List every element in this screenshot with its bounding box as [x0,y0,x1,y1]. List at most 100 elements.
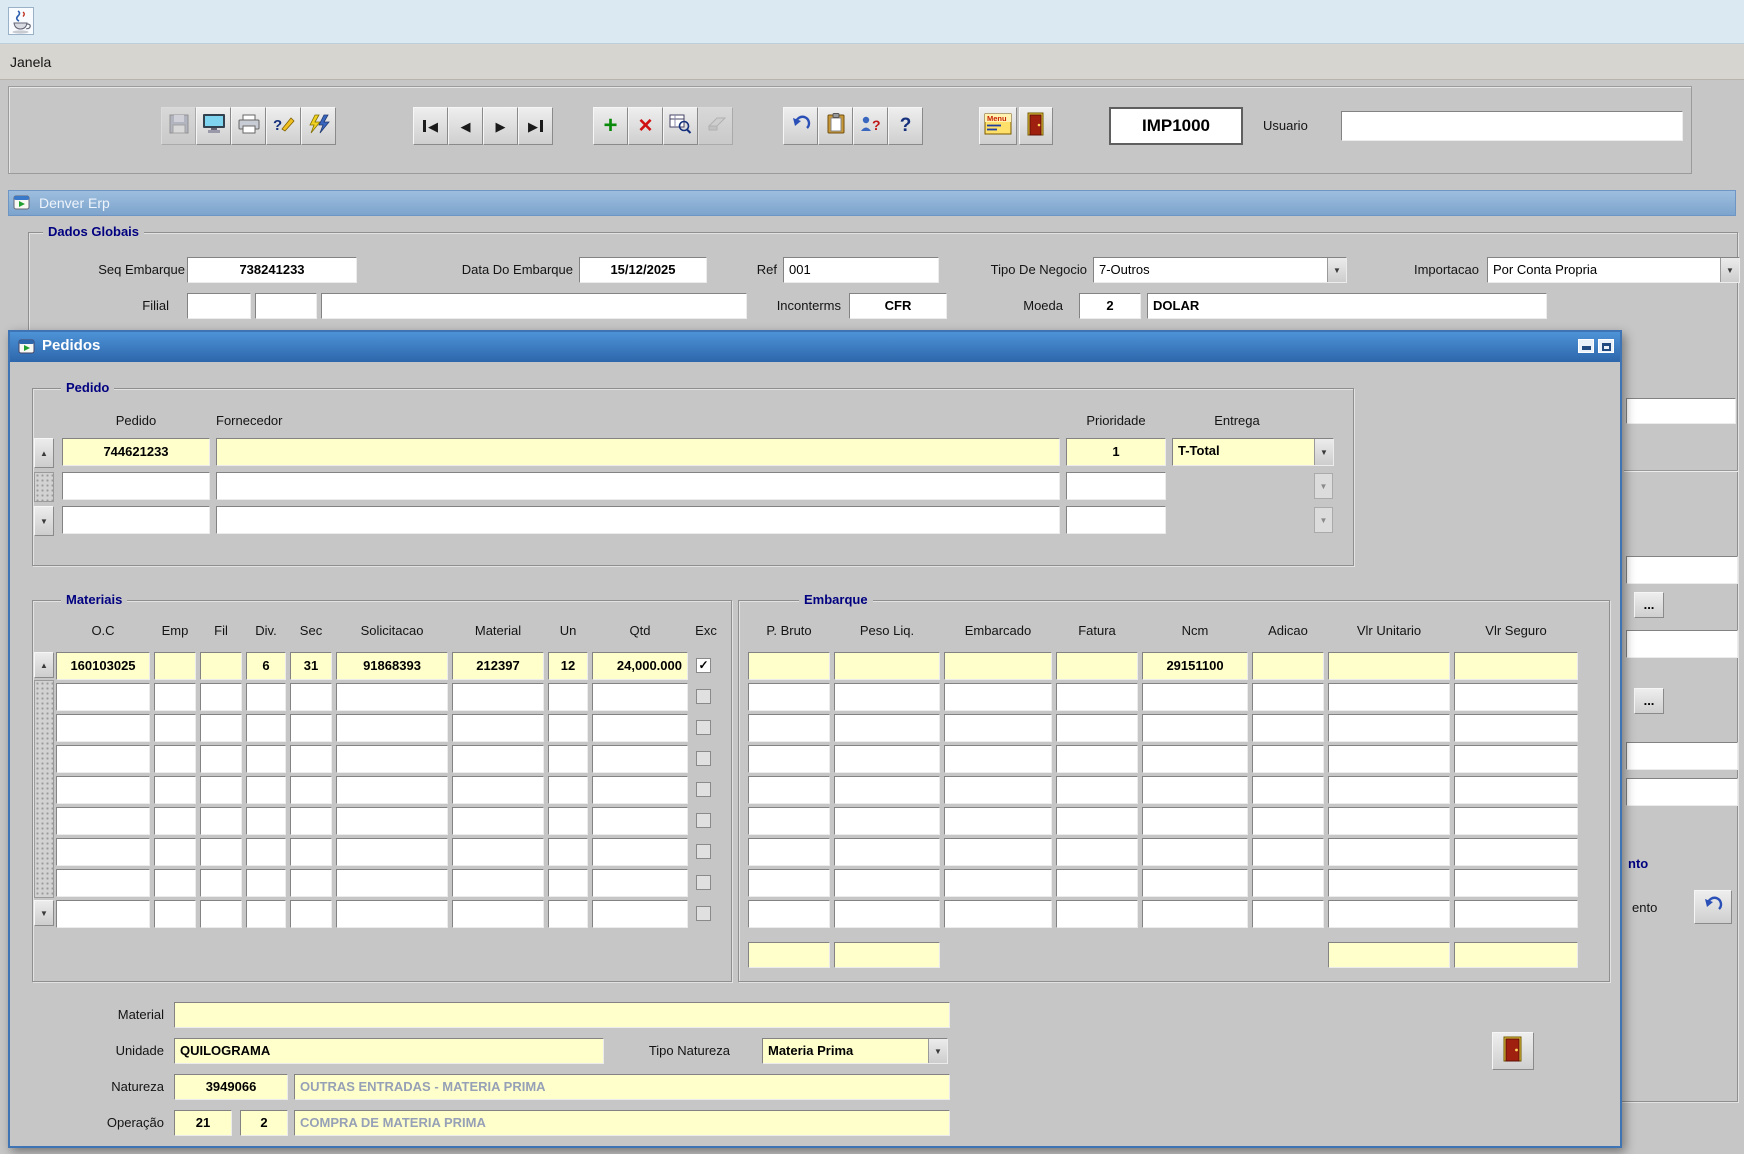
sec-cell[interactable] [290,807,332,835]
un-cell[interactable] [548,683,588,711]
vlr-seguro-cell[interactable] [1454,714,1578,742]
filial-field-1[interactable] [187,293,251,319]
adicao-cell[interactable] [1252,714,1324,742]
fatura-cell[interactable] [1056,838,1138,866]
ncm-cell[interactable] [1142,838,1248,866]
qtd-cell[interactable] [592,683,688,711]
material-cell[interactable] [452,776,544,804]
p-bruto-cell[interactable] [748,776,830,804]
solicitacao-cell[interactable] [336,807,448,835]
inconterms-field[interactable]: CFR [849,293,947,319]
prioridade-cell[interactable] [1066,506,1166,534]
pedido-scroll-down-button[interactable]: ▼ [34,506,54,536]
oc-cell[interactable] [56,838,150,866]
undo-button[interactable] [783,107,818,145]
vlr-seguro-cell[interactable] [1454,869,1578,897]
tipo-negocio-combo[interactable]: 7-Outros ▼ [1093,257,1347,283]
solicitacao-cell[interactable] [336,838,448,866]
vlr-unitario-cell[interactable] [1328,776,1450,804]
peso-liq-cell[interactable] [834,652,940,680]
fil-cell[interactable] [200,807,242,835]
unidade-field[interactable]: QUILOGRAMA [174,1038,604,1064]
material-cell[interactable] [452,683,544,711]
material-cell[interactable] [452,838,544,866]
adicao-cell[interactable] [1252,776,1324,804]
ncm-cell[interactable] [1142,776,1248,804]
material-cell[interactable] [452,807,544,835]
div-cell[interactable] [246,838,286,866]
sec-cell[interactable] [290,683,332,711]
un-cell[interactable] [548,807,588,835]
embarcado-cell[interactable] [944,838,1052,866]
fornecedor-cell[interactable] [216,472,1060,500]
execute-query-button[interactable] [301,107,336,145]
qtd-cell[interactable] [592,838,688,866]
fornecedor-cell[interactable] [216,438,1060,466]
qtd-cell[interactable] [592,869,688,897]
emp-cell[interactable] [154,900,196,928]
emp-cell[interactable] [154,869,196,897]
ncm-cell[interactable] [1142,683,1248,711]
fil-cell[interactable] [200,838,242,866]
fatura-cell[interactable] [1056,652,1138,680]
oc-cell[interactable] [56,714,150,742]
fatura-cell[interactable] [1056,683,1138,711]
adicao-cell[interactable] [1252,838,1324,866]
seq-embarque-field[interactable]: 738241233 [187,257,357,283]
peso-liq-cell[interactable] [834,838,940,866]
lov-button[interactable] [663,107,698,145]
materiais-scroll-track[interactable] [34,680,54,898]
material-cell[interactable] [452,714,544,742]
entrega-combo[interactable]: ▼ [1172,506,1334,534]
operacao-code1-field[interactable]: 21 [174,1110,232,1136]
un-cell[interactable] [548,838,588,866]
dialog-exit-button[interactable] [1492,1032,1534,1070]
next-record-button[interactable]: ▶ [483,107,518,145]
embarcado-cell[interactable] [944,683,1052,711]
vlr-unitario-cell[interactable] [1328,683,1450,711]
p-bruto-cell[interactable] [748,900,830,928]
print-button[interactable] [231,107,266,145]
un-cell[interactable] [548,776,588,804]
menu-janela[interactable]: Janela [10,52,51,72]
emp-cell[interactable] [154,714,196,742]
fil-cell[interactable] [200,683,242,711]
display-button[interactable] [196,107,231,145]
entrega-combo[interactable]: T-Total ▼ [1172,438,1334,466]
pedido-cell[interactable]: 744621233 [62,438,210,466]
tipo-natureza-combo[interactable]: Materia Prima ▼ [762,1038,948,1064]
div-cell[interactable] [246,869,286,897]
background-undo-button[interactable] [1694,890,1732,924]
p-bruto-cell[interactable] [748,869,830,897]
adicao-cell[interactable] [1252,900,1324,928]
fatura-cell[interactable] [1056,714,1138,742]
div-cell[interactable] [246,807,286,835]
oc-cell[interactable] [56,776,150,804]
exc-checkbox[interactable] [696,813,711,828]
ncm-cell[interactable] [1142,745,1248,773]
sec-cell[interactable] [290,900,332,928]
vlr-unitario-cell[interactable] [1328,900,1450,928]
fatura-cell[interactable] [1056,807,1138,835]
peso-liq-cell[interactable] [834,776,940,804]
oc-cell[interactable] [56,869,150,897]
insert-record-button[interactable]: + [593,107,628,145]
entrega-combo[interactable]: ▼ [1172,472,1334,500]
div-cell[interactable] [246,900,286,928]
emp-cell[interactable] [154,745,196,773]
embarcado-cell[interactable] [944,745,1052,773]
ncm-cell[interactable] [1142,714,1248,742]
pedido-cell[interactable] [62,506,210,534]
oc-cell[interactable] [56,807,150,835]
vlr-unitario-cell[interactable] [1328,745,1450,773]
fil-cell[interactable] [200,652,242,680]
pedidos-title-bar[interactable]: Pedidos [10,332,1620,362]
fatura-cell[interactable] [1056,745,1138,773]
menu-button[interactable]: Menu [979,107,1017,145]
div-cell[interactable] [246,714,286,742]
material-field[interactable] [174,1002,950,1028]
fil-cell[interactable] [200,745,242,773]
p-bruto-cell[interactable] [748,838,830,866]
div-cell[interactable] [246,745,286,773]
importacao-combo[interactable]: Por Conta Propria ▼ [1487,257,1740,283]
